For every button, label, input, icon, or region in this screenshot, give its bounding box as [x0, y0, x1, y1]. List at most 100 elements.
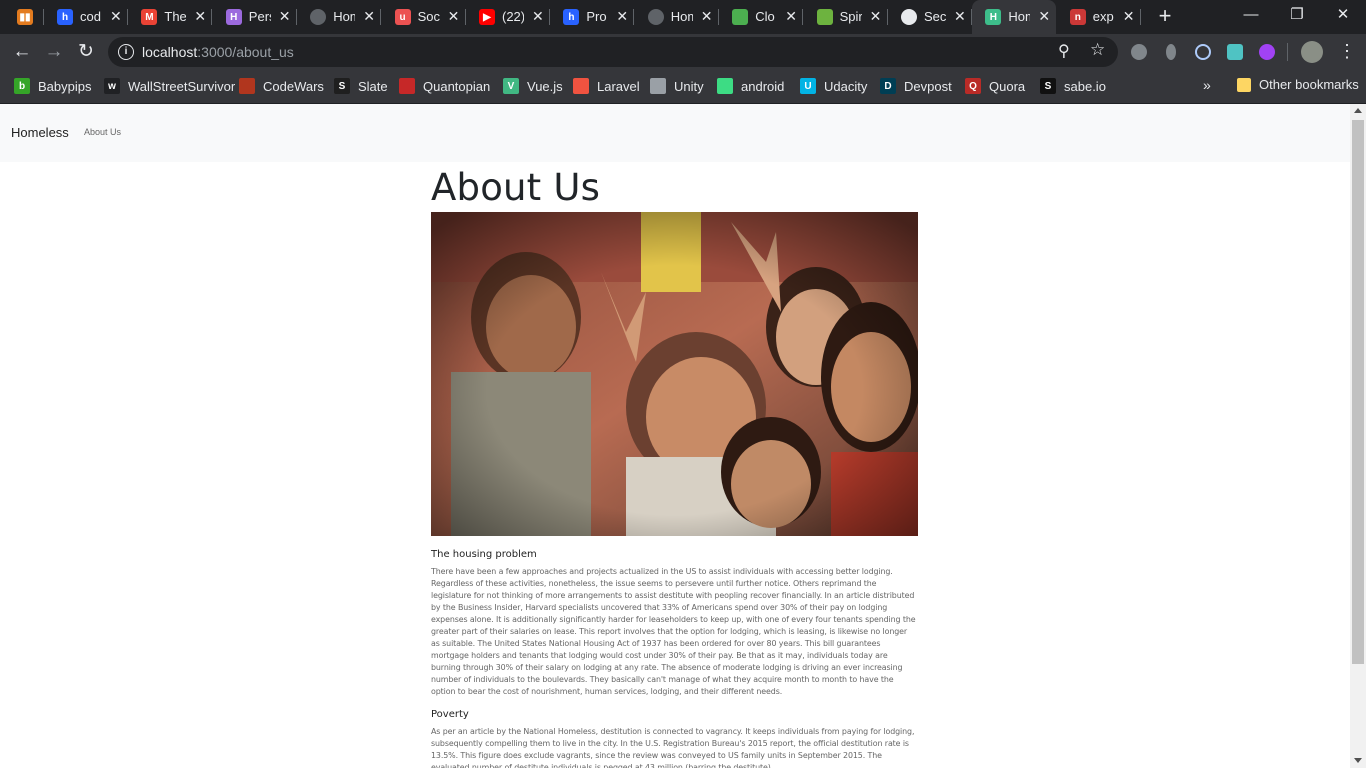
tab-title: Hom: [670, 9, 693, 24]
slate-icon: S: [334, 78, 350, 94]
bookmark-item[interactable]: Ssabe.io: [1040, 77, 1106, 95]
navbar-brand[interactable]: Homeless: [11, 125, 69, 140]
udacity-icon: U: [800, 78, 816, 94]
bookmark-item[interactable]: CodeWars: [239, 77, 324, 95]
bookmark-label: Laravel: [597, 78, 640, 94]
tab-title: Pers: [248, 9, 271, 24]
bookmark-item[interactable]: android: [717, 77, 784, 95]
back-button[interactable]: ←: [8, 38, 36, 66]
tab-close-icon[interactable]: ✕: [954, 8, 966, 24]
tab[interactable]: u Soc ✕: [382, 0, 466, 34]
tab-close-icon[interactable]: ✕: [194, 8, 206, 24]
restore-button[interactable]: ❐: [1274, 0, 1320, 30]
bookmark-item[interactable]: w WallStreetSurvivor: [104, 77, 235, 95]
bookmark-label: Quora: [989, 78, 1026, 94]
tab-close-icon[interactable]: ✕: [448, 8, 460, 24]
tab-strip: ▮▮ hcod✕MThe✕HPers✕Hom✕uSoc✕▶(22)✕hPro✕H…: [0, 0, 1366, 34]
bookmark-label: WallStreetSurvivor: [128, 78, 236, 94]
bookmark-item[interactable]: Laravel: [573, 77, 640, 95]
tab[interactable]: H Pers ✕: [213, 0, 297, 34]
trello-icon: ▮▮: [17, 9, 33, 25]
tab[interactable]: h Pro ✕: [550, 0, 635, 34]
children-photo: [431, 212, 918, 536]
profile-avatar[interactable]: [1301, 41, 1323, 63]
hashnode-icon: h: [563, 9, 580, 25]
forward-button[interactable]: →: [40, 38, 68, 66]
bookmark-item[interactable]: Quantopian: [399, 77, 490, 95]
bookmark-item[interactable]: S Slate: [334, 77, 388, 95]
tab[interactable]: ▶ (22) ✕: [466, 0, 550, 34]
bookmark-item[interactable]: b Babypips: [14, 77, 91, 95]
zoom-icon[interactable]: ⚲: [1058, 41, 1070, 61]
extension-shirt-icon[interactable]: [1227, 44, 1243, 60]
tab[interactable]: Hom ✕: [297, 0, 382, 34]
bookmarks-overflow-button[interactable]: »: [1203, 77, 1211, 93]
tab-close-icon[interactable]: ✕: [110, 8, 122, 24]
tab[interactable]: Spir ✕: [804, 0, 888, 34]
tab-title: Clo: [755, 9, 775, 24]
homeless-h-icon: H: [985, 9, 1002, 25]
tab[interactable]: n exp ✕: [1057, 0, 1141, 34]
tab[interactable]: Hom ✕: [635, 0, 719, 34]
youtube-icon: ▶: [479, 9, 495, 25]
tab-close-icon[interactable]: ✕: [1123, 8, 1135, 24]
npm-icon: n: [1069, 9, 1086, 25]
globe-icon: [647, 9, 664, 25]
menu-kebab-icon[interactable]: ⋮: [1338, 41, 1356, 62]
page-viewport: Homeless About Us About Us The housing p…: [0, 104, 1350, 768]
extension-bulb-icon[interactable]: [1131, 44, 1147, 60]
tab[interactable]: Clo ✕: [719, 0, 804, 34]
tab[interactable]: Sec ✕: [888, 0, 972, 34]
tab[interactable]: H Hom ✕: [972, 0, 1057, 34]
sabe-icon: S: [1040, 78, 1056, 94]
laravel-icon: [573, 78, 589, 94]
nav-link-about-us[interactable]: About Us: [84, 127, 121, 137]
bookmark-item[interactable]: U Udacity: [800, 77, 867, 95]
extension-mouse-icon[interactable]: [1166, 44, 1176, 60]
browser-toolbar: ← → ↻ i localhost:3000/about_us ⚲ ☆ ⋮: [0, 34, 1366, 70]
tab-close-icon[interactable]: ✕: [1038, 8, 1050, 24]
site-info-icon[interactable]: i: [118, 44, 134, 60]
scrollbar-thumb[interactable]: [1352, 120, 1364, 664]
scroll-down-icon[interactable]: [1354, 758, 1362, 763]
page-scrollbar[interactable]: [1350, 104, 1366, 768]
tab-title: Soc: [417, 9, 440, 24]
bookmark-label: android: [741, 78, 785, 94]
tab-close-icon[interactable]: ✕: [701, 8, 713, 24]
bookmark-item[interactable]: V Vue.js: [503, 77, 563, 95]
bookmark-star-icon[interactable]: ☆: [1090, 40, 1105, 60]
quantopian-icon: [399, 78, 415, 94]
bookmark-item[interactable]: Q Quora: [965, 77, 1025, 95]
reload-button[interactable]: ↻: [72, 38, 100, 66]
minimize-button[interactable]: —: [1228, 0, 1274, 30]
globe-icon: [310, 9, 327, 25]
babypips-icon: b: [14, 78, 30, 94]
other-bookmarks[interactable]: Other bookmarks: [1259, 77, 1359, 92]
tab-pinned[interactable]: ▮▮: [0, 0, 44, 34]
tab-close-icon[interactable]: ✕: [279, 8, 291, 24]
bookmark-label: Quantopian: [423, 78, 491, 94]
tab-close-icon[interactable]: ✕: [785, 8, 797, 24]
bookmark-item[interactable]: Unity: [650, 77, 704, 95]
address-bar[interactable]: i localhost:3000/about_us ⚲ ☆: [108, 37, 1118, 67]
tab-close-icon[interactable]: ✕: [870, 8, 882, 24]
tab[interactable]: M The ✕: [128, 0, 213, 34]
url-text[interactable]: localhost:3000/about_us: [142, 44, 294, 60]
react-devtools-icon[interactable]: [1195, 44, 1211, 60]
scroll-up-icon[interactable]: [1354, 108, 1362, 113]
bookmark-item[interactable]: D Devpost: [880, 77, 952, 95]
bookmark-label: sabe.io: [1064, 78, 1106, 94]
tab-title: Hom: [333, 9, 355, 24]
extension-purple-icon[interactable]: [1259, 44, 1275, 60]
udemy-icon: u: [394, 9, 411, 25]
tab-close-icon[interactable]: ✕: [363, 8, 375, 24]
new-tab-button[interactable]: +: [1154, 5, 1176, 27]
tab-title: The: [164, 9, 187, 24]
close-window-button[interactable]: ✕: [1320, 0, 1366, 30]
tab-title: Sec: [924, 9, 946, 24]
tab-close-icon[interactable]: ✕: [616, 8, 628, 24]
bookmark-label: Udacity: [824, 78, 868, 94]
hashnode-icon: h: [57, 9, 73, 25]
tab[interactable]: h cod ✕: [44, 0, 128, 34]
tab-close-icon[interactable]: ✕: [532, 8, 544, 24]
